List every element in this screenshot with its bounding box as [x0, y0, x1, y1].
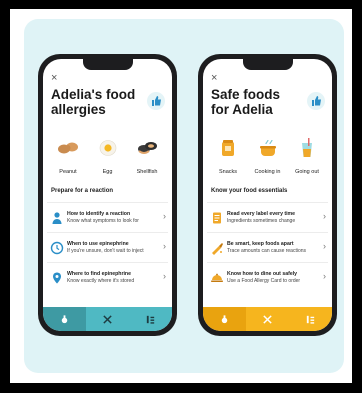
section-heading: Prepare for a reaction — [51, 188, 114, 194]
thumbs-up-icon[interactable] — [147, 92, 165, 110]
chevron-right-icon: › — [163, 211, 166, 221]
menu-tab-icon — [146, 315, 155, 324]
list-item-dine-out-safely[interactable]: Know how to dine out safely Use a Food A… — [207, 262, 328, 293]
chevron-right-icon: › — [163, 271, 166, 281]
snacks-icon — [209, 135, 247, 161]
menu-tab-icon — [306, 315, 315, 324]
allergen-list: Peanut Egg Shellfish — [49, 135, 166, 179]
chevron-right-icon: › — [323, 271, 326, 281]
tab-bar — [203, 307, 332, 331]
category-label: Going out — [295, 169, 319, 175]
utensils-tab-icon — [263, 314, 272, 324]
phone-notch — [82, 59, 133, 70]
utensils-tab-icon — [103, 314, 112, 324]
thumbs-up-icon[interactable] — [307, 92, 325, 110]
location-pin-icon — [50, 271, 64, 285]
allergen-label: Peanut — [59, 169, 77, 175]
list-item-subtitle: Trace amounts can cause reactions — [227, 248, 307, 254]
category-label: Snacks — [218, 169, 238, 175]
home-tab-icon — [221, 314, 228, 323]
list-item-title: How to identify a reaction — [67, 211, 131, 217]
list-item-title: Be smart, keep foods apart — [227, 241, 294, 247]
phone-left: × Adelia's food allergies Peanut Egg She… — [38, 54, 177, 336]
chevron-right-icon: › — [163, 241, 166, 251]
category-label: Cooking in — [254, 169, 281, 175]
tab-utensils[interactable] — [246, 307, 289, 331]
list-item-subtitle: If you're unsure, don't wait to inject — [67, 248, 144, 254]
category-going-out[interactable]: Going out — [288, 135, 326, 179]
close-icon[interactable]: × — [51, 73, 57, 84]
list-item-find-epinephrine[interactable]: Where to find epinephrine Know exactly w… — [47, 262, 168, 293]
egg-icon — [89, 135, 127, 161]
list-item-keep-foods-apart[interactable]: Be smart, keep foods apart Trace amounts… — [207, 232, 328, 263]
list-item-subtitle: Know what symptoms to look for — [67, 218, 139, 224]
home-tab-icon — [61, 314, 68, 323]
phone-right-screen: × Safe foods for Adelia Snacks Cooking i… — [203, 59, 332, 331]
list-item-title: When to use epinephrine — [67, 241, 129, 247]
cooking-icon — [249, 135, 287, 161]
knife-icon — [210, 241, 224, 255]
list-item-identify-reaction[interactable]: How to identify a reaction Know what sym… — [47, 202, 168, 233]
tab-bar — [43, 307, 172, 331]
list-item-title: Know how to dine out safely — [227, 271, 298, 277]
phone-right: × Safe foods for Adelia Snacks Cooking i… — [198, 54, 337, 336]
tab-menu[interactable] — [129, 307, 172, 331]
tab-home[interactable] — [43, 307, 86, 331]
list-item-use-epinephrine[interactable]: When to use epinephrine If you're unsure… — [47, 232, 168, 263]
allergen-egg[interactable]: Egg — [89, 135, 127, 179]
allergen-label: Shellfish — [136, 169, 158, 175]
tab-utensils[interactable] — [86, 307, 129, 331]
shellfish-icon — [128, 135, 166, 161]
list-item-title: Where to find epinephrine — [67, 271, 131, 277]
tab-menu[interactable] — [289, 307, 332, 331]
phone-notch — [242, 59, 293, 70]
category-list: Snacks Cooking in Going out — [209, 135, 326, 179]
peanut-icon — [49, 135, 87, 161]
close-icon[interactable]: × — [211, 73, 217, 84]
allergen-shellfish[interactable]: Shellfish — [128, 135, 166, 179]
clock-icon — [50, 241, 64, 255]
allergen-label: Egg — [102, 169, 113, 175]
tab-home[interactable] — [203, 307, 246, 331]
list-item-read-labels[interactable]: Read every label every time Ingredients … — [207, 202, 328, 233]
list-item-subtitle: Use a Food Allergy Card to order — [227, 278, 301, 284]
list-item-subtitle: Ingredients sometimes change — [227, 218, 296, 224]
dish-icon — [210, 271, 224, 285]
allergen-peanut[interactable]: Peanut — [49, 135, 87, 179]
phone-left-screen: × Adelia's food allergies Peanut Egg She… — [43, 59, 172, 331]
section-heading: Know your food essentials — [211, 188, 288, 194]
label-icon — [210, 211, 224, 225]
category-cooking-in[interactable]: Cooking in — [249, 135, 287, 179]
page-title: Adelia's food allergies — [51, 87, 136, 117]
chevron-right-icon: › — [323, 241, 326, 251]
page-title: Safe foods for Adelia — [211, 87, 281, 117]
list-item-subtitle: Know exactly where it's stored — [67, 278, 135, 284]
chevron-right-icon: › — [323, 211, 326, 221]
category-snacks[interactable]: Snacks — [209, 135, 247, 179]
drink-icon — [288, 135, 326, 161]
person-icon — [50, 211, 64, 225]
list-item-title: Read every label every time — [227, 211, 296, 217]
